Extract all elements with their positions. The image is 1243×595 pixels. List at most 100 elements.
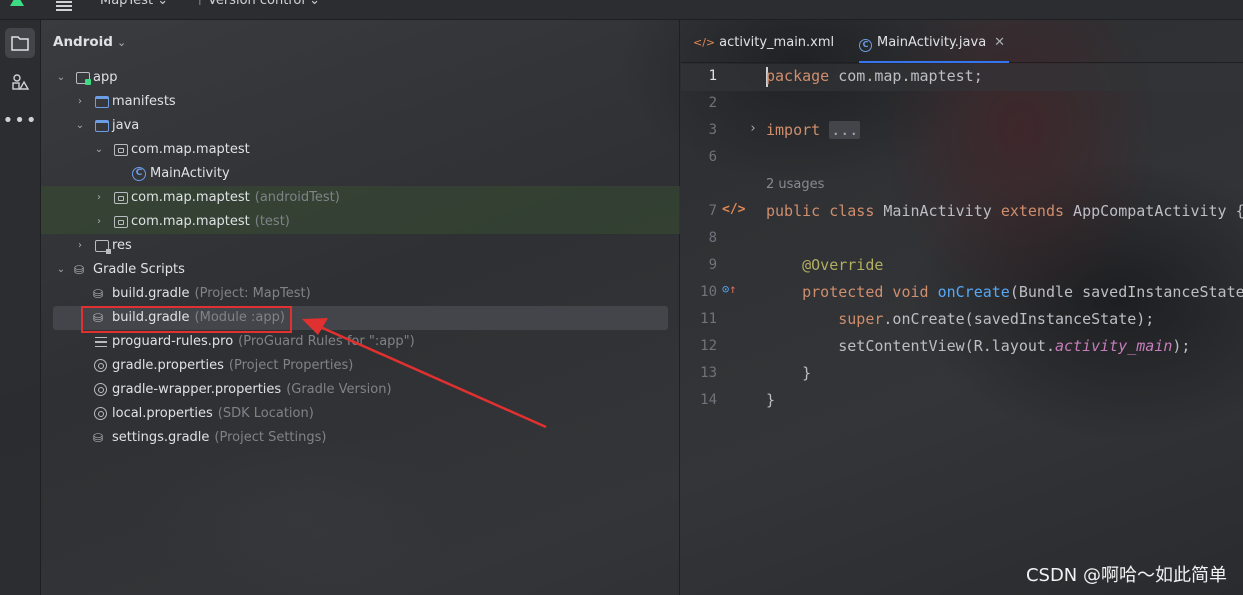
line-number: 2 <box>708 95 717 111</box>
project-tree: ⌄ app › manifests ⌄ java ⌄ com.map.mapte… <box>41 66 680 450</box>
tree-node-label: build.gradle (Module :app) <box>112 310 285 325</box>
tree-node-main-activity[interactable]: C MainActivity <box>41 162 680 186</box>
chevron-down-icon: ⌄ <box>116 36 127 49</box>
tree-node-gradle-properties[interactable]: gradle.properties (Project Properties) <box>41 354 680 378</box>
class-icon: C <box>132 167 146 181</box>
tree-node-package-android-test[interactable]: › com.map.maptest (androidTest) <box>41 186 680 210</box>
tree-node-proguard-rules[interactable]: proguard-rules.pro (ProGuard Rules for ":… <box>41 330 680 354</box>
project-panel: Android ⌄ ⌄ app › manifests ⌄ java ⌄ com.… <box>41 20 680 595</box>
code-editor: </> activity_main.xml C MainActivity.java ✕… <box>681 20 1243 595</box>
chevron-right-icon[interactable]: › <box>93 210 105 234</box>
usages-hint[interactable]: 2 usages <box>766 177 824 192</box>
tree-node-java[interactable]: ⌄ java <box>41 114 680 138</box>
tree-node-label: build.gradle (Project: MapTest) <box>112 286 311 301</box>
fold-expand-icon[interactable]: › <box>749 121 757 136</box>
tool-window-strip: ••• <box>0 20 41 595</box>
code-line-3[interactable]: import ... <box>766 121 861 139</box>
chevron-right-icon[interactable]: › <box>74 90 86 114</box>
shapes-icon <box>12 74 29 90</box>
line-number: 14 <box>700 392 717 408</box>
project-view-selector[interactable]: Android ⌄ <box>53 34 126 50</box>
tree-node-label: MainActivity <box>150 166 230 181</box>
class-icon: C <box>859 39 872 52</box>
android-studio-logo-icon <box>10 0 24 6</box>
folder-icon <box>95 96 109 108</box>
tree-node-label: manifests <box>112 94 176 109</box>
override-method-icon[interactable]: ⊙↑ <box>722 282 736 296</box>
code-line-11[interactable]: super.onCreate(savedInstanceState); <box>766 310 1154 328</box>
text-file-icon <box>95 336 109 348</box>
code-line-14[interactable]: } <box>766 391 775 409</box>
tab-main-activity-java[interactable]: C MainActivity.java ✕ <box>859 20 1010 63</box>
code-line-1[interactable]: package com.map.maptest; <box>766 67 983 85</box>
project-view-label: Android <box>53 34 113 50</box>
tree-node-label: res <box>112 238 132 253</box>
chevron-right-icon[interactable]: › <box>93 186 105 210</box>
tab-label: activity_main.xml <box>719 35 835 50</box>
tree-node-label: com.map.maptest <box>131 142 250 157</box>
tree-node-label: app <box>93 70 118 85</box>
resource-manager-button[interactable] <box>5 67 35 97</box>
package-icon <box>114 216 128 228</box>
close-icon[interactable]: ✕ <box>994 35 1005 50</box>
resources-folder-icon <box>95 240 111 254</box>
tree-node-gradle-scripts[interactable]: ⌄ ⛁ Gradle Scripts <box>41 258 680 282</box>
line-number: 6 <box>708 149 717 165</box>
gradle-icon: ⛁ <box>74 263 85 277</box>
chevron-right-icon[interactable]: › <box>74 234 86 258</box>
chevron-down-icon: ⌄ <box>157 0 169 8</box>
more-horizontal-icon: ••• <box>2 110 38 131</box>
code-line-12[interactable]: setContentView(R.layout.activity_main); <box>766 337 1190 355</box>
gradle-icon: ⛁ <box>93 311 104 325</box>
tree-node-local-properties[interactable]: local.properties (SDK Location) <box>41 402 680 426</box>
vcs-label: Version control <box>207 0 305 8</box>
vcs-widget[interactable]: ᛘ Version control ⌄ <box>196 0 320 8</box>
project-name: MapTest <box>100 0 154 8</box>
settings-file-icon <box>94 383 107 396</box>
tree-node-label: gradle-wrapper.properties (Gradle Version… <box>112 382 392 397</box>
code-line-9[interactable]: @Override <box>766 256 883 274</box>
tree-node-build-gradle-project[interactable]: ⛁ build.gradle (Project: MapTest) <box>41 282 680 306</box>
tree-node-label: com.map.maptest (androidTest) <box>131 190 340 205</box>
chevron-down-icon[interactable]: ⌄ <box>93 138 105 162</box>
module-icon <box>76 72 91 85</box>
tab-activity-main-xml[interactable]: </> activity_main.xml <box>693 20 834 63</box>
line-number: 13 <box>700 365 717 381</box>
package-icon <box>114 192 128 204</box>
chevron-down-icon[interactable]: ⌄ <box>74 114 86 138</box>
code-line-7[interactable]: public class MainActivity extends AppCom… <box>766 202 1243 220</box>
line-number: 7 <box>708 203 717 219</box>
tree-node-app[interactable]: ⌄ app <box>41 66 680 90</box>
line-number: 12 <box>700 338 717 354</box>
line-number: 8 <box>708 230 717 246</box>
tree-node-label: proguard-rules.pro (ProGuard Rules for ":… <box>112 334 415 349</box>
xml-layout-link-icon[interactable]: </> <box>722 202 745 217</box>
tree-node-label: settings.gradle (Project Settings) <box>112 430 327 445</box>
code-line-13[interactable]: } <box>766 364 811 382</box>
branch-icon: ᛘ <box>196 0 204 8</box>
line-number: 11 <box>700 311 717 327</box>
tree-node-settings-gradle[interactable]: ⛁ settings.gradle (Project Settings) <box>41 426 680 450</box>
chevron-down-icon[interactable]: ⌄ <box>55 258 67 282</box>
gradle-icon: ⛁ <box>93 431 104 445</box>
tree-node-package-test[interactable]: › com.map.maptest (test) <box>41 210 680 234</box>
tree-node-gradle-wrapper-properties[interactable]: gradle-wrapper.properties (Gradle Version… <box>41 378 680 402</box>
tree-node-label: Gradle Scripts <box>93 262 185 277</box>
xml-file-icon: </> <box>693 36 716 49</box>
chevron-down-icon[interactable]: ⌄ <box>55 66 67 90</box>
tree-node-label: com.map.maptest (test) <box>131 214 290 229</box>
more-tools-button[interactable]: ••• <box>2 106 38 136</box>
folded-imports[interactable]: ... <box>829 121 861 139</box>
tree-node-package[interactable]: ⌄ com.map.maptest <box>41 138 680 162</box>
tree-node-build-gradle-module[interactable]: ⛁ build.gradle (Module :app) <box>53 306 668 330</box>
tree-node-res[interactable]: › res <box>41 234 680 258</box>
package-icon <box>114 144 128 156</box>
code-line-10[interactable]: protected void onCreate(Bundle savedInst… <box>766 283 1243 301</box>
tree-node-label: java <box>112 118 140 133</box>
tree-node-manifests[interactable]: › manifests <box>41 90 680 114</box>
main-menu-icon[interactable] <box>56 1 72 11</box>
line-number: 3 <box>708 122 717 138</box>
gradle-icon: ⛁ <box>93 287 104 301</box>
project-switcher[interactable]: MapTest ⌄ <box>100 0 168 8</box>
project-tool-button[interactable] <box>5 28 35 58</box>
